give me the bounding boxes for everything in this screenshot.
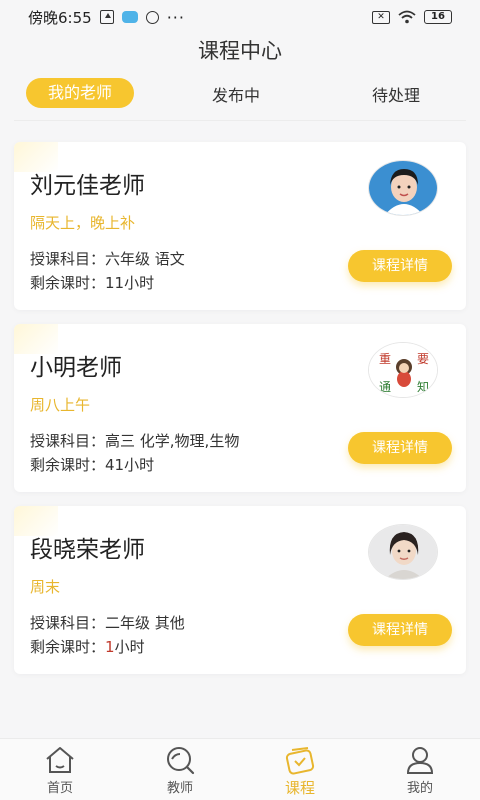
status-bar: 傍晚6:55 ··· ✕ 16 xyxy=(0,0,480,34)
teacher-avatar[interactable] xyxy=(368,524,438,580)
more-dots-icon: ··· xyxy=(166,7,185,27)
remaining-hours-unit: 小时 xyxy=(124,274,155,292)
teacher-avatar[interactable]: 重 要 通 知 xyxy=(368,342,438,398)
teacher-card: 小明老师 周八上午 授课科目：高三 化学,物理,生物 剩余课时：41小时 重 要… xyxy=(14,324,466,492)
nav-course[interactable]: 课程 xyxy=(260,745,340,798)
tab-bar: 我的老师 发布中 待处理 xyxy=(0,74,480,114)
subject-prefix: 授课科目： xyxy=(30,432,106,450)
remaining-hours-value: 41 xyxy=(105,456,125,474)
nav-mine-label: 我的 xyxy=(406,781,433,796)
remaining-hours-line: 剩余课时：1小时 xyxy=(30,636,145,657)
remaining-hours-line: 剩余课时：11小时 xyxy=(30,272,154,293)
remaining-hours-unit: 小时 xyxy=(124,456,155,474)
nav-teacher[interactable]: 教师 xyxy=(140,745,220,796)
course-detail-button[interactable]: 课程详情 xyxy=(348,432,452,464)
teacher-name: 段晓荣老师 xyxy=(30,537,145,563)
remaining-hours-unit: 小时 xyxy=(114,638,145,656)
avatar-char: 知 xyxy=(417,380,429,394)
course-icon xyxy=(285,747,315,775)
teacher-avatar[interactable] xyxy=(368,160,438,216)
user-icon xyxy=(406,747,434,774)
avatar-char: 重 xyxy=(379,352,391,366)
subject-prefix: 授课科目： xyxy=(30,250,106,268)
remaining-prefix: 剩余课时： xyxy=(30,638,106,656)
nav-teacher-label: 教师 xyxy=(166,781,193,796)
course-detail-button[interactable]: 课程详情 xyxy=(348,250,452,282)
subject-line: 授课科目：高三 化学,物理,生物 xyxy=(30,430,239,451)
tab-my-teachers[interactable]: 我的老师 xyxy=(26,78,134,108)
page-title: 课程中心 xyxy=(198,39,282,63)
teacher-card: 段晓荣老师 周末 授课科目：二年级 其他 剩余课时：1小时 课程详情 xyxy=(14,506,466,674)
schedule-text: 周八上午 xyxy=(30,396,91,414)
subject-value: 六年级 语文 xyxy=(105,250,185,268)
teacher-name: 刘元佳老师 xyxy=(30,173,145,199)
remaining-hours-value: 1 xyxy=(105,638,115,656)
chat-bubble-icon xyxy=(145,10,159,24)
portrait-photo xyxy=(369,161,437,215)
teacher-name: 小明老师 xyxy=(30,355,122,381)
nav-home[interactable]: 首页 xyxy=(20,745,100,796)
teacher-card: 刘元佳老师 隔天上，晚上补 授课科目：六年级 语文 剩余课时：11小时 课程详情 xyxy=(14,142,466,310)
schedule-text: 隔天上，晚上补 xyxy=(30,214,136,232)
home-icon xyxy=(46,747,74,773)
nav-course-label: 课程 xyxy=(284,779,315,797)
upload-icon xyxy=(99,10,114,24)
remaining-hours-value: 11 xyxy=(105,274,125,292)
tab-pending[interactable]: 待处理 xyxy=(372,82,420,106)
divider xyxy=(14,120,466,121)
subject-line: 授课科目：六年级 语文 xyxy=(30,248,185,269)
status-time: 傍晚6:55 xyxy=(28,8,92,27)
search-icon xyxy=(167,747,195,775)
subject-value: 二年级 其他 xyxy=(105,614,185,632)
portrait-photo xyxy=(369,525,437,579)
subject-value: 高三 化学,物理,生物 xyxy=(105,432,240,450)
schedule-text: 周末 xyxy=(30,578,61,596)
nav-mine[interactable]: 我的 xyxy=(380,745,460,796)
remaining-prefix: 剩余课时： xyxy=(30,274,106,292)
remaining-hours-line: 剩余课时：41小时 xyxy=(30,454,154,475)
sim-off-icon: ✕ xyxy=(372,10,390,24)
bottom-nav: 首页 教师 课程 我的 xyxy=(0,738,480,800)
avatar-char: 通 xyxy=(379,380,391,394)
course-detail-button[interactable]: 课程详情 xyxy=(348,614,452,646)
tab-publishing[interactable]: 发布中 xyxy=(212,82,260,106)
avatar-char: 要 xyxy=(417,352,429,366)
wifi-icon xyxy=(398,10,416,24)
remaining-prefix: 剩余课时： xyxy=(30,456,106,474)
nav-home-label: 首页 xyxy=(46,781,73,796)
app-notification-icon xyxy=(121,11,138,23)
battery-icon: 16 xyxy=(424,10,452,24)
notice-avatar-image: 重 要 通 知 xyxy=(369,343,437,397)
subject-line: 授课科目：二年级 其他 xyxy=(30,612,185,633)
subject-prefix: 授课科目： xyxy=(30,614,106,632)
